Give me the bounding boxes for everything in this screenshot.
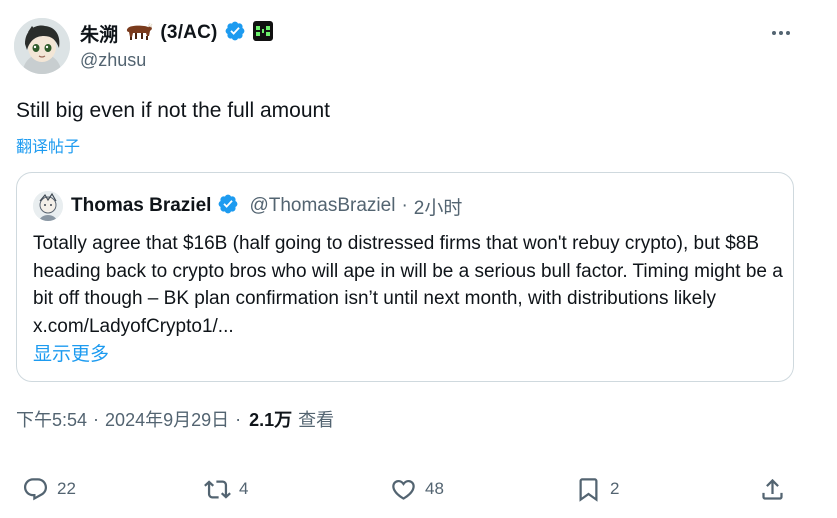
tweet-text: Still big even if not the full amount (16, 99, 331, 122)
like-count: 48 (425, 479, 444, 498)
repost-icon (204, 479, 231, 499)
quoted-separator: · (401, 195, 408, 216)
author-display-name[interactable]: 朱溯 (80, 20, 118, 47)
quoted-display-name[interactable]: Thomas Braziel (71, 195, 211, 217)
view-count: 2.1万 (249, 410, 293, 430)
more-dot-icon (786, 31, 790, 35)
tweet-meta: 下午5:54 · 2024年9月29日 · 2.1万 查看 (16, 406, 334, 432)
more-dot-icon (779, 31, 783, 35)
quoted-handle[interactable]: @ThomasBraziel (249, 195, 395, 217)
like-button[interactable]: 48 (390, 474, 444, 504)
more-dot-icon (772, 31, 776, 35)
affiliate-badge-icon[interactable] (252, 20, 274, 47)
meta-separator: · (93, 408, 100, 429)
author-handle[interactable]: @zhusu (80, 50, 146, 71)
share-icon (762, 478, 783, 500)
verified-badge-icon[interactable] (217, 193, 239, 220)
show-more-link[interactable]: 显示更多 (33, 339, 109, 366)
reply-button[interactable]: 22 (22, 474, 76, 504)
views-label: 查看 (298, 410, 335, 430)
bookmark-button[interactable]: 2 (575, 474, 619, 504)
avatar[interactable] (14, 18, 70, 74)
heart-icon (392, 479, 415, 500)
bull-emoji-icon (124, 20, 154, 47)
bookmark-count: 2 (610, 479, 620, 498)
quoted-tweet-text: Totally agree that $16B (half going to d… (33, 233, 783, 337)
quoted-timestamp[interactable]: 2小时 (414, 193, 463, 220)
more-options-button[interactable] (765, 24, 797, 42)
quoted-tweet-card[interactable]: Thomas Braziel @ThomasBraziel · 2小时 Tota… (16, 172, 794, 382)
action-bar: 22 4 48 2 (0, 470, 837, 510)
repost-count: 4 (239, 479, 249, 498)
reply-count: 22 (57, 479, 76, 498)
tweet-time[interactable]: 下午5:54 (16, 406, 87, 432)
translate-post-link[interactable]: 翻译帖子 (16, 133, 80, 157)
reply-icon (23, 477, 48, 500)
bookmark-icon (579, 477, 598, 502)
verified-badge-icon[interactable] (224, 20, 246, 47)
share-button[interactable] (759, 474, 786, 504)
repost-button[interactable]: 4 (204, 474, 248, 504)
meta-separator: · (235, 408, 242, 429)
author-tag: (3/AC) (160, 22, 218, 43)
tweet-date[interactable]: 2024年9月29日 (105, 406, 229, 432)
quoted-avatar[interactable] (33, 191, 63, 221)
